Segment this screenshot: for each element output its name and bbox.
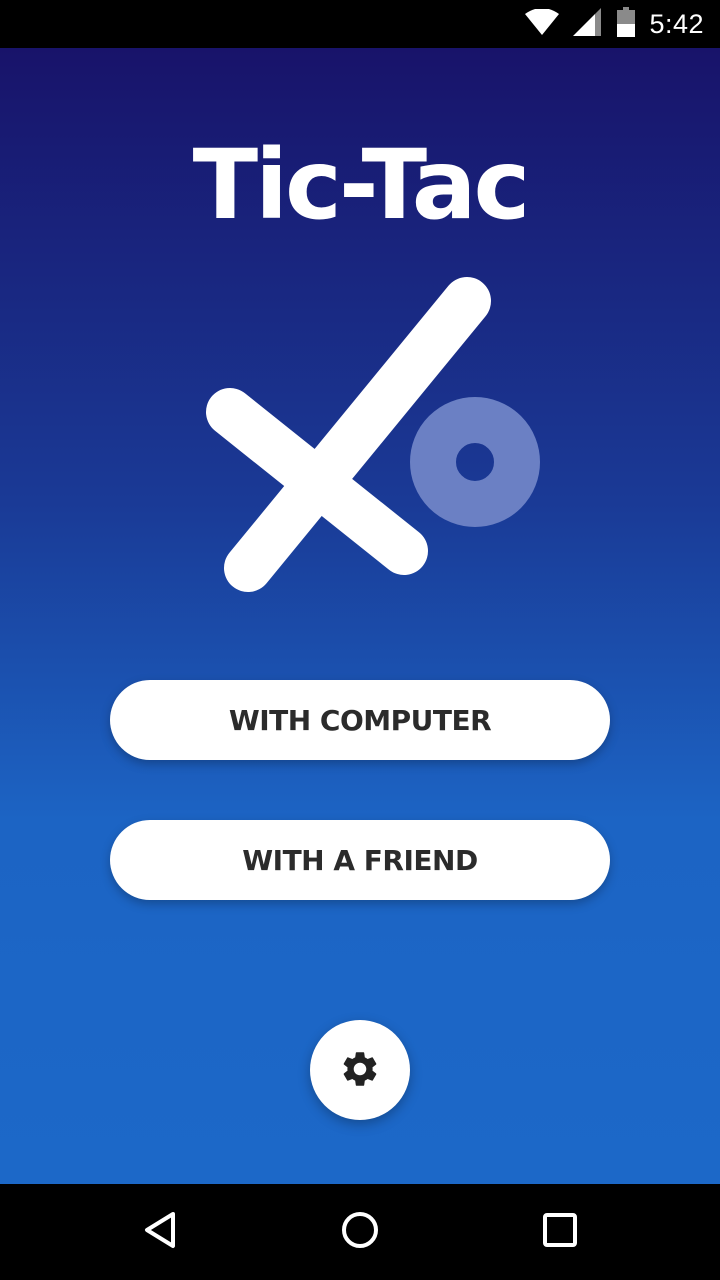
cell-signal-icon [573,7,603,41]
battery-icon [617,6,636,42]
app-title: Tic-Tac [192,129,531,241]
wifi-icon [525,7,560,40]
gear-icon [339,1048,381,1093]
recents-button[interactable] [536,1208,584,1256]
recents-icon [542,1212,578,1253]
back-icon [142,1210,178,1255]
o-mark [410,397,540,527]
status-bar: 5:42 [0,0,720,48]
app-screen: Tic-Tac WITH COMPUTER WITH A FRIEND [0,48,720,1184]
home-button[interactable] [336,1208,384,1256]
back-button[interactable] [136,1208,184,1256]
navigation-bar [0,1184,720,1280]
x-and-o-logo [190,268,560,608]
home-icon [340,1210,380,1255]
status-time: 5:42 [649,8,704,39]
settings-button[interactable] [310,1020,410,1120]
with-friend-button[interactable]: WITH A FRIEND [110,820,610,900]
status-icons: 5:42 [525,0,704,48]
with-computer-button[interactable]: WITH COMPUTER [110,680,610,760]
